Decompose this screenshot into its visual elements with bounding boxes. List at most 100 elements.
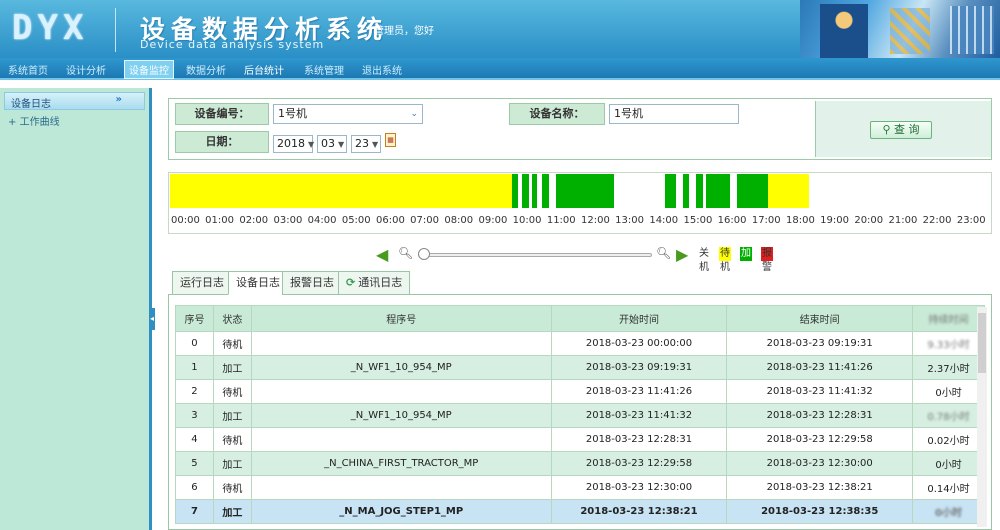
timeline-segment <box>170 174 512 208</box>
timeline-hour-label: 15:00 <box>683 215 713 226</box>
scrollbar-thumb[interactable] <box>978 313 986 373</box>
duration-value: 0.78小时 <box>927 412 970 423</box>
table-cell: 5 <box>175 451 214 476</box>
nav-item-design[interactable]: 设计分析 <box>66 62 106 77</box>
table-cell: 2018-03-23 11:41:26 <box>550 379 728 404</box>
table-scrollbar[interactable] <box>977 307 987 527</box>
timeline-segment <box>706 174 731 208</box>
table-cell: 2018-03-23 12:30:00 <box>726 451 914 476</box>
device-name-label: 设备名称： <box>509 103 605 125</box>
sidebar-header-label: 设备日志 <box>11 99 51 110</box>
table-cell: 2018-03-23 12:38:35 <box>726 499 914 524</box>
zoom-slider-track[interactable] <box>418 253 652 257</box>
legend-item: 报警 <box>761 247 773 273</box>
status-timeline: 00:00 01:00 02:00 03:00 04:00 05:00 06:00 07:00… <box>168 172 992 234</box>
year-select[interactable]: 2018 ▼ <box>273 135 314 153</box>
col-header-no[interactable]: 序号 <box>175 305 214 332</box>
timeline-hour-label: 16:00 <box>717 215 747 226</box>
timeline-segment <box>696 174 703 208</box>
table-cell: 2.37小时 <box>912 355 985 380</box>
table-cell: 0小时 <box>912 379 985 404</box>
zoom-slider-thumb[interactable] <box>418 248 430 260</box>
double-chevron-right-icon[interactable]: » <box>116 94 122 105</box>
nav-item-monitor[interactable]: 设备监控 <box>124 60 174 79</box>
arrow-right-icon[interactable]: ▶ <box>676 245 688 264</box>
device-no-select[interactable]: 1号机 ⌄ <box>273 104 423 124</box>
table-cell: 7 <box>175 499 214 524</box>
table-cell <box>250 379 552 404</box>
tab-alarm-log[interactable]: 报警日志 <box>282 271 342 295</box>
tab-comm-log[interactable]: ⟳ 通讯日志 <box>338 271 411 295</box>
chevron-down-icon: ⌄ <box>410 109 418 119</box>
col-header-program[interactable]: 程序号 <box>250 305 552 332</box>
tab-run-log[interactable]: 运行日志 <box>172 271 232 295</box>
timeline-segment <box>542 174 550 208</box>
timeline-hour-label: 00:00 <box>171 215 200 226</box>
query-button-label: 查 询 <box>894 123 920 136</box>
nav-item-admin[interactable]: 系统管理 <box>304 62 344 77</box>
duration-value: 9.33小时 <box>927 340 970 351</box>
sidebar-item-label: 工作曲线 <box>19 117 60 128</box>
sidebar-collapse-handle[interactable]: ◂ <box>149 308 155 330</box>
timeline-hour-label: 01:00 <box>205 215 234 226</box>
table-cell: 3 <box>175 403 214 428</box>
table-cell: 4 <box>175 427 214 452</box>
sidebar-item-curve[interactable]: + 工作曲线 <box>4 112 145 129</box>
table-cell: 1 <box>175 355 214 380</box>
table-row[interactable]: 6 待机 2018-03-23 12:30:00 2018-03-23 12:38:2… <box>175 475 985 500</box>
table-cell: 2018-03-23 11:41:26 <box>726 355 914 380</box>
table-row[interactable]: 7 加工 _N_MA_JOG_STEP1_MP 2018-03-23 12:38:21… <box>175 499 985 524</box>
day-select[interactable]: 23 ▼ <box>351 135 381 153</box>
col-header-start[interactable]: 开始时间 <box>550 305 728 332</box>
zoom-out-icon[interactable]: 🔍︎ <box>398 246 413 260</box>
col-header-end[interactable]: 结束时间 <box>726 305 914 332</box>
timeline-hour-label: 17:00 <box>751 215 781 226</box>
table-row[interactable]: 3 加工 _N_WF1_10_954_MP 2018-03-23 11:41:32 20… <box>175 403 985 428</box>
table-cell: 2018-03-23 11:41:32 <box>726 379 914 404</box>
nav-item-data[interactable]: 数据分析 <box>186 62 226 77</box>
timeline-hour-label: 06:00 <box>376 215 405 226</box>
sidebar: 设备日志 » + 工作曲线 <box>0 88 152 530</box>
main-nav: 系统首页 设计分析 设备监控 数据分析 后台统计 系统管理 退出系统 <box>0 58 1000 80</box>
dropdown-arrow-icon: ▼ <box>338 140 345 149</box>
nav-item-home[interactable]: 系统首页 <box>8 62 48 77</box>
col-header-duration[interactable]: 持续时间 <box>912 305 985 332</box>
timeline-hour-label: 22:00 <box>922 215 952 226</box>
table-cell: 加工 <box>212 403 252 428</box>
table-cell: _N_WF1_10_954_MP <box>250 355 552 380</box>
timeline-bar <box>170 174 990 208</box>
table-row[interactable]: 1 加工 _N_WF1_10_954_MP 2018-03-23 09:19:31 20… <box>175 355 985 380</box>
table-cell: 0.02小时 <box>912 427 985 452</box>
table-header-row: 序号 状态 程序号 开始时间 结束时间 持续时间 <box>175 305 985 332</box>
table-cell <box>250 427 552 452</box>
user-greeting: 管理员，您好 <box>374 26 434 37</box>
table-cell: 2018-03-23 12:28:31 <box>550 427 728 452</box>
legend-item: 关机 <box>698 247 710 273</box>
nav-item-stats[interactable]: 后台统计 <box>244 62 284 77</box>
month-select[interactable]: 03 ▼ <box>317 135 347 153</box>
timeline-hour-label: 05:00 <box>341 215 371 226</box>
timeline-segment <box>767 174 809 208</box>
table-row[interactable]: 4 待机 2018-03-23 12:28:31 2018-03-23 12:29:5… <box>175 427 985 452</box>
search-icon: ⚲ <box>882 123 891 136</box>
query-button[interactable]: ⚲ 查 询 <box>870 121 932 139</box>
worker-image <box>820 4 868 58</box>
calendar-icon[interactable]: ▦ <box>385 133 396 147</box>
tab-device-log[interactable]: 设备日志 <box>228 271 288 295</box>
timeline-hour-label: 11:00 <box>546 215 576 226</box>
arrow-left-icon[interactable]: ◀ <box>376 245 388 264</box>
nav-item-logout[interactable]: 退出系统 <box>362 62 402 77</box>
device-no-label: 设备编号： <box>175 103 269 125</box>
table-row[interactable]: 0 待机 2018-03-23 00:00:00 2018-03-23 09:19:3… <box>175 331 985 356</box>
query-panel: ⚲ 查 询 <box>815 101 991 157</box>
device-name-field[interactable]: 1号机 <box>609 104 739 124</box>
sidebar-header[interactable]: 设备日志 » <box>4 92 145 110</box>
col-header-status[interactable]: 状态 <box>212 305 252 332</box>
table-cell: 0 <box>175 331 214 356</box>
zoom-in-icon[interactable]: 🔍︎ <box>656 246 671 260</box>
dropdown-arrow-icon: ▼ <box>372 140 379 149</box>
table-row[interactable]: 5 加工 _N_CHINA_FIRST_TRACTOR_MP 2018-03-23 1… <box>175 451 985 476</box>
duration-header-label: 持续时间 <box>928 315 969 326</box>
table-row[interactable]: 2 待机 2018-03-23 11:41:26 2018-03-23 11:41:3… <box>175 379 985 404</box>
table-cell: 0小时 <box>912 451 985 476</box>
